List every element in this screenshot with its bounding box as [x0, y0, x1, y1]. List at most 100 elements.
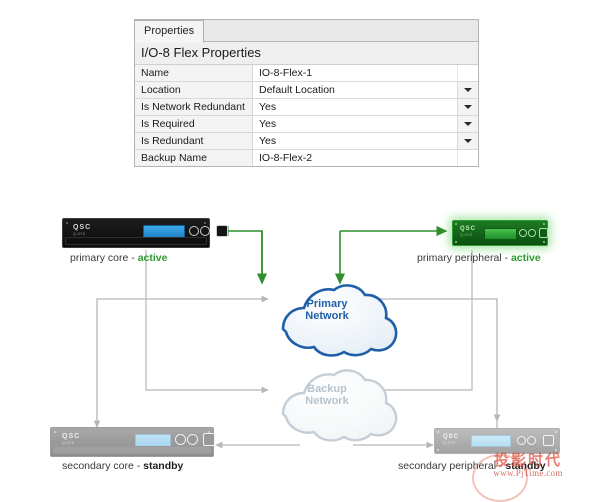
qsc-brand-logo: QSC — [62, 433, 81, 440]
chevron-down-icon — [464, 88, 472, 92]
rack-screw — [455, 241, 457, 243]
rack-screw — [555, 431, 557, 433]
device-knob[interactable] — [200, 226, 210, 236]
dropdown-toggle[interactable] — [457, 116, 478, 132]
device-display — [484, 228, 517, 240]
device-face: QSC Q-SYS — [51, 428, 215, 456]
tab-properties[interactable]: Properties — [134, 20, 205, 43]
property-key: Location — [135, 82, 253, 98]
chevron-down-icon — [464, 105, 472, 109]
rack-screw — [204, 222, 206, 224]
table-row[interactable]: Is Redundant Yes — [135, 133, 478, 150]
property-value[interactable]: Yes — [253, 133, 457, 149]
dropdown-toggle[interactable] — [457, 82, 478, 98]
device-button[interactable] — [543, 435, 554, 446]
properties-panel: Properties I/O-8 Flex Properties Name IO… — [134, 19, 479, 167]
cloud-label-backup-network: Backup Network — [272, 383, 382, 407]
rack-screw — [543, 223, 545, 225]
device-face: QSC Q-SYS — [435, 429, 559, 453]
rack-screw — [543, 241, 545, 243]
cloud-label-backup-line2: Network — [305, 395, 349, 407]
property-value[interactable]: IO-8-Flex-1 — [253, 65, 457, 81]
property-key: Name — [135, 65, 253, 81]
dropdown-placeholder — [457, 150, 478, 166]
device-knob[interactable] — [189, 226, 199, 236]
device-primary-peripheral[interactable]: QSC Q-SYS — [452, 220, 548, 246]
device-label-prefix: primary peripheral - — [417, 252, 511, 264]
cloud-label-backup-line1: Backup — [307, 383, 347, 395]
cloud-label-primary-line1: Primary — [306, 298, 348, 310]
device-knob[interactable] — [519, 229, 527, 237]
qsc-brand-logo: QSC — [443, 434, 460, 440]
device-secondary-core[interactable]: QSC Q-SYS — [50, 427, 215, 457]
device-knob[interactable] — [175, 434, 186, 445]
status-badge: standby — [143, 460, 184, 472]
dropdown-toggle[interactable] — [457, 99, 478, 115]
device-knob[interactable] — [528, 229, 536, 237]
dropdown-toggle[interactable] — [457, 133, 478, 149]
link-secondary-core-to-backup-network — [145, 250, 269, 394]
rack-screw — [555, 449, 557, 451]
property-value[interactable]: Yes — [253, 99, 457, 115]
device-lower-band — [65, 237, 207, 245]
link-secondary-core-to-primary-network — [96, 295, 269, 445]
cloud-label-primary-network: Primary Network — [272, 298, 382, 322]
qsc-brand-sub: Q-SYS — [62, 441, 75, 445]
device-face: QSC Q-SYS — [453, 221, 548, 245]
cloud-label-primary-line2: Network — [305, 310, 349, 322]
device-label-primary-peripheral: primary peripheral - active — [417, 252, 541, 264]
qsc-brand-sub: Q-SYS — [460, 233, 473, 237]
device-face: QSC Q-SYS — [63, 219, 228, 247]
device-button[interactable] — [203, 433, 215, 446]
property-value[interactable]: Yes — [253, 116, 457, 132]
table-row[interactable]: Backup Name IO-8-Flex-2 — [135, 150, 478, 166]
rack-screw — [208, 431, 210, 433]
device-label-prefix: secondary peripheral - — [398, 460, 506, 472]
property-key: Backup Name — [135, 150, 253, 166]
link-primary-network-to-primary-core — [217, 225, 263, 283]
status-badge: active — [137, 252, 168, 264]
qsc-brand-logo: QSC — [73, 224, 92, 231]
qsc-brand-logo: QSC — [460, 226, 477, 232]
device-label-prefix: primary core - — [70, 252, 138, 264]
rack-screw — [455, 223, 457, 225]
device-label-secondary-core: secondary core - standby — [62, 460, 183, 472]
table-row[interactable]: Is Required Yes — [135, 116, 478, 133]
dropdown-placeholder — [457, 65, 478, 81]
network-topology-diagram: Primary Network Backup Network QSC Q-SYS… — [0, 195, 600, 500]
device-button[interactable] — [216, 225, 228, 237]
device-knob[interactable] — [527, 436, 536, 445]
device-primary-core[interactable]: QSC Q-SYS — [62, 218, 228, 248]
device-knob[interactable] — [187, 434, 198, 445]
device-display — [471, 435, 511, 447]
properties-tabstrip: Properties — [134, 19, 479, 43]
rack-screw — [437, 431, 439, 433]
device-secondary-peripheral[interactable]: QSC Q-SYS — [434, 428, 560, 454]
chevron-down-icon — [464, 139, 472, 143]
device-label-prefix: secondary core - — [62, 460, 144, 472]
table-row[interactable]: Location Default Location — [135, 82, 478, 99]
property-value[interactable]: Default Location — [253, 82, 457, 98]
rack-screw — [437, 449, 439, 451]
device-button[interactable] — [539, 228, 548, 238]
qsc-brand-sub: Q-SYS — [73, 232, 86, 236]
table-row[interactable]: Name IO-8-Flex-1 — [135, 65, 478, 82]
device-label-secondary-peripheral: secondary peripheral - standby — [398, 460, 546, 472]
status-badge: active — [510, 252, 541, 264]
property-key: Is Redundant — [135, 133, 253, 149]
qsc-brand-sub: Q-SYS — [443, 441, 456, 445]
property-key: Is Required — [135, 116, 253, 132]
chevron-down-icon — [464, 122, 472, 126]
device-knob[interactable] — [517, 436, 526, 445]
properties-grid-title: I/O-8 Flex Properties — [135, 42, 478, 65]
rack-screw — [54, 431, 56, 433]
device-lower-band — [53, 446, 211, 454]
rack-screw — [66, 222, 68, 224]
properties-grid: I/O-8 Flex Properties Name IO-8-Flex-1 L… — [134, 42, 479, 167]
status-badge: standby — [505, 460, 546, 472]
table-row[interactable]: Is Network Redundant Yes — [135, 99, 478, 116]
tabstrip-filler — [204, 20, 478, 42]
property-key: Is Network Redundant — [135, 99, 253, 115]
device-label-primary-core: primary core - active — [70, 252, 167, 264]
property-value[interactable]: IO-8-Flex-2 — [253, 150, 457, 166]
